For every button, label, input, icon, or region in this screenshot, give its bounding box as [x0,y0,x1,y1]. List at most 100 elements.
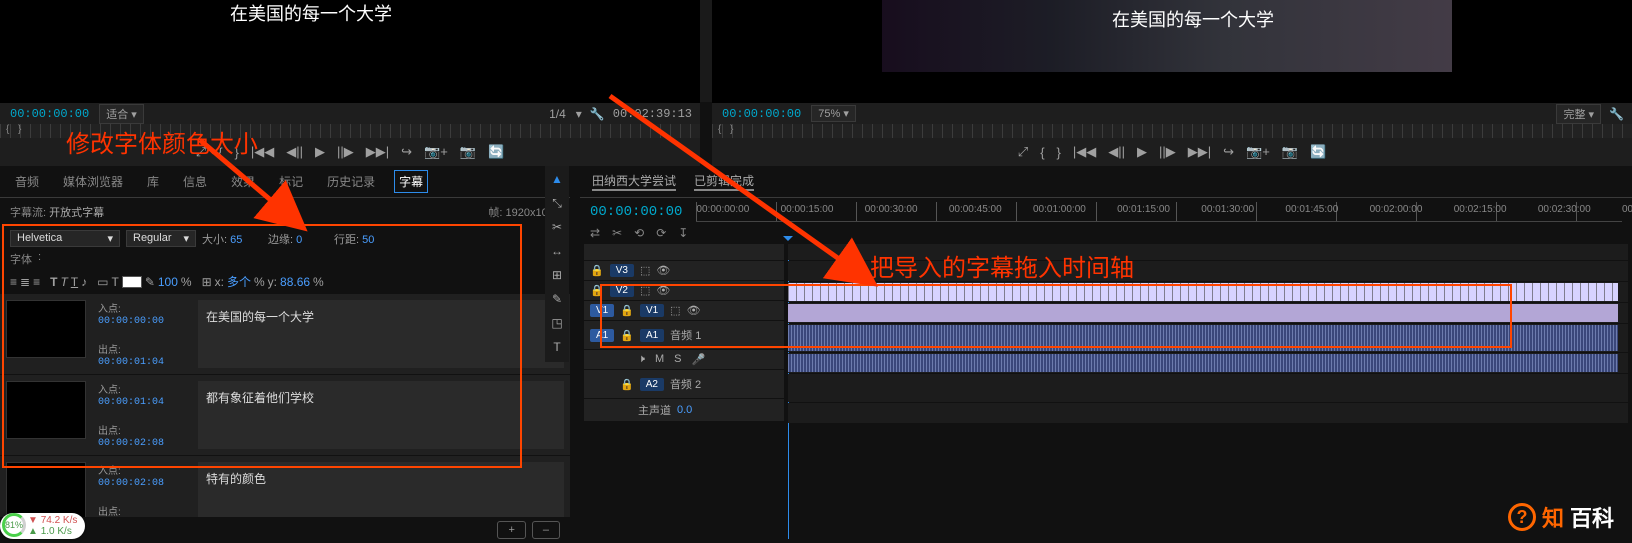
audio-clip-1b[interactable] [788,354,1618,372]
caption-item[interactable]: 入点: 00:00:01:04 出点: 00:00:02:08 都有象征着他们学… [0,375,570,456]
panel-tab-3[interactable]: 信息 [178,170,212,193]
fill-T-icon[interactable]: T [111,275,118,289]
lock-icon[interactable]: 🔒 [620,329,634,342]
font-style-dropdown[interactable]: Regular▾ [126,230,196,247]
panel-tab-4[interactable]: 效果 [226,170,260,193]
italic-icon[interactable]: T [60,275,67,289]
align-right-icon[interactable]: ≡ [33,275,40,289]
timeline-mode-icon-3[interactable]: ⟳ [656,226,666,240]
transport-button-6[interactable]: ||▶ [1159,144,1176,160]
track-header-a1[interactable]: A1 🔒 A1 音频 1 [584,321,784,349]
audio-clip-1[interactable] [788,325,1618,351]
program-timecode[interactable]: 00:00:00:00 [712,107,811,121]
tool-0[interactable]: ▲ [549,172,565,188]
mono-icon[interactable]: M [655,353,664,366]
track-header-a1-ext[interactable]: 🕨 M S 🎤 [584,350,784,369]
track-header-v1[interactable]: V1 🔒 V1 ⬚ 👁 [584,301,784,320]
transport-button-10[interactable]: 📷 [460,144,476,160]
source-zoom-fraction[interactable]: 1/4 [549,107,566,121]
caption-text[interactable]: 都有象征着他们学校 [198,381,564,449]
transport-button-4[interactable]: ◀|| [1108,144,1125,160]
lock-icon[interactable]: 🔒 [590,284,604,297]
tool-5[interactable]: ✎ [549,292,565,308]
caption-out-tc[interactable]: 00:00:02:08 [98,438,164,449]
transport-button-10[interactable]: 📷 [1282,144,1298,160]
transport-button-4[interactable]: ◀|| [286,144,303,160]
anchor-grid-icon[interactable]: ⊞ [202,275,212,289]
lane-a2[interactable] [788,374,1628,402]
caption-text[interactable]: 在美国的每一个大学 [198,300,564,368]
underline-icon[interactable]: T [71,275,78,289]
transport-button-0[interactable]: ⤢ [196,144,206,160]
video-clip[interactable] [788,304,1618,322]
transport-button-3[interactable]: |◀◀ [1073,144,1096,160]
transport-button-1[interactable]: { [1040,145,1044,160]
sequence-tab-0[interactable]: 田纳西大学尝试 [592,172,676,191]
transport-button-7[interactable]: ▶▶| [1188,144,1211,160]
caption-out-tc[interactable]: 00:00:01:04 [98,357,164,368]
transport-button-1[interactable]: { [218,145,222,160]
align-left-icon[interactable]: ≡ [10,275,17,289]
align-center-icon[interactable]: ≣ [20,275,30,289]
program-monitor-left[interactable]: 在美国的每一个大学 [0,0,700,102]
timeline-mode-icon-0[interactable]: ⇄ [590,226,600,240]
stream-value[interactable]: 开放式字幕 [49,207,104,219]
track-header-master[interactable]: 主声道 0.0 [584,399,784,421]
bold-icon[interactable]: T [50,275,57,289]
track-header-v2[interactable]: 🔒 V2 ⬚ 👁 [584,281,784,300]
timeline-ruler[interactable]: 00:00:00:0000:00:15:0000:00:30:0000:00:4… [696,202,1622,222]
transport-button-0[interactable]: ⤢ [1018,144,1028,160]
transport-button-5[interactable]: ▶ [315,144,325,160]
tool-4[interactable]: ⊞ [549,268,565,284]
caption-in-tc[interactable]: 00:00:02:08 [98,478,164,489]
transport-button-8[interactable]: ↪ [401,144,412,160]
transport-button-11[interactable]: 🔄 [488,144,504,160]
lane-a1[interactable] [788,324,1628,352]
transport-button-11[interactable]: 🔄 [1310,144,1326,160]
program-quality-dropdown[interactable]: 完整 ▾ [1556,104,1601,124]
transport-button-2[interactable]: } [235,145,239,160]
caption-item[interactable]: 入点: 00:00:02:08 出点: 00:00:03:01 特有的颜色 [0,456,570,517]
transport-button-9[interactable]: 📷+ [424,144,448,160]
lane-v3[interactable] [788,261,1628,281]
edge-value[interactable]: 0 [296,234,302,246]
master-value[interactable]: 0.0 [677,404,692,416]
lock-icon[interactable]: 🔒 [620,378,634,391]
fx-icon[interactable]: ⬚ [640,264,650,277]
timeline-timecode[interactable]: 00:00:00:00 [590,204,682,220]
source-fit-dropdown[interactable]: 适合 ▾ [99,104,144,124]
lane-a1-ext[interactable] [788,353,1628,373]
fx-icon[interactable]: ⬚ [670,304,680,317]
remove-caption-button[interactable]: – [532,521,560,539]
sequence-tab-1[interactable]: 已剪辑完成 [694,172,754,191]
transport-button-6[interactable]: ||▶ [337,144,354,160]
fx-icon[interactable]: ⬚ [640,284,650,297]
visibility-icon[interactable]: 👁 [687,304,701,317]
tool-6[interactable]: ◳ [549,316,565,332]
panel-tab-2[interactable]: 库 [142,170,164,193]
add-caption-button[interactable]: + [497,521,525,539]
tool-3[interactable]: ↔ [549,244,565,260]
track-lanes[interactable] [788,244,1628,539]
tool-1[interactable]: ⤡ [549,196,565,212]
record-icon[interactable]: 🎤 [691,353,705,366]
program-monitor-right[interactable]: 在美国的每一个大学 [712,0,1632,102]
caption-item[interactable]: 入点: 00:00:00:00 出点: 00:00:01:04 在美国的每一个大… [0,294,570,375]
transport-button-3[interactable]: |◀◀ [251,144,274,160]
wrench-icon[interactable]: 🔧 [1609,107,1624,121]
wrench-icon[interactable]: 🔧 [590,107,605,121]
font-family-dropdown[interactable]: Helvetica▾ [10,230,120,247]
transport-button-8[interactable]: ↪ [1223,144,1234,160]
track-header-a2[interactable]: 🔒 A2 音频 2 [584,370,784,398]
program-mini-ruler[interactable]: { } [712,124,1632,138]
mute-icon[interactable]: 🕨 [638,353,645,366]
panel-tab-5[interactable]: 标记 [274,170,308,193]
track-header-v3[interactable]: 🔒 V3 ⬚ 👁 [584,261,784,280]
panel-tab-7[interactable]: 字幕 [394,170,428,193]
eyedropper-icon[interactable]: ✎ [145,275,155,289]
timeline-mode-icon-4[interactable]: ↧ [678,226,688,240]
lane-v1[interactable] [788,303,1628,323]
subtitle-clip[interactable] [788,283,1618,301]
y-value[interactable]: 88.66 [280,275,310,289]
visibility-icon[interactable]: 👁 [656,264,670,277]
